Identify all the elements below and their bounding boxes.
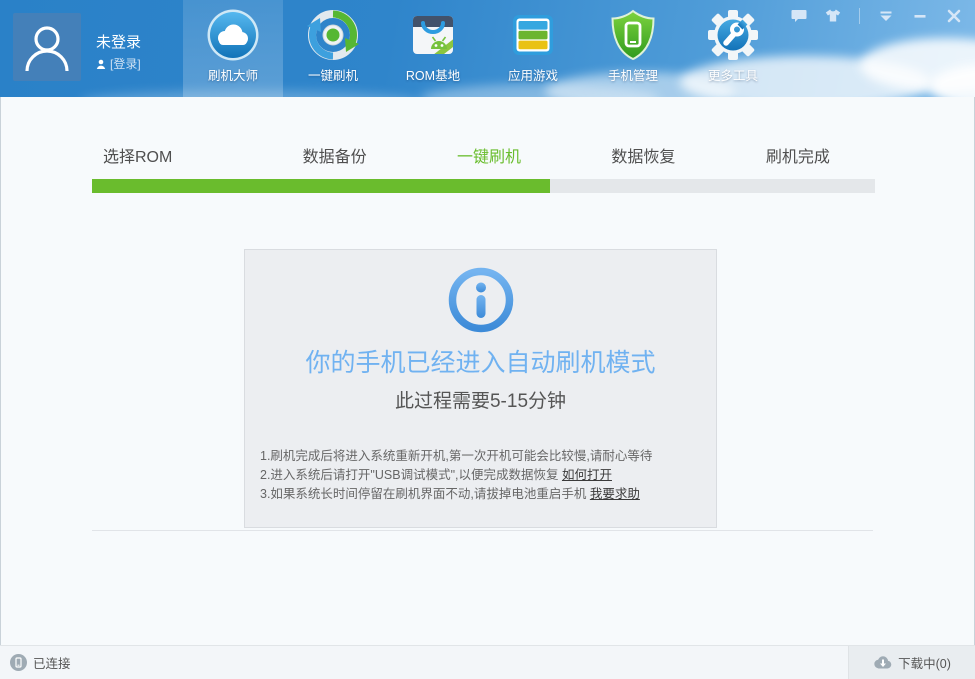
nav-item-more-tools[interactable]: 更多工具: [683, 0, 783, 97]
menu-arrow-icon[interactable]: [878, 8, 894, 24]
feedback-bubble-icon[interactable]: [791, 8, 807, 24]
section-divider: [92, 530, 873, 531]
cloud-icon: [206, 8, 260, 62]
flash-status-panel: 你的手机已经进入自动刷机模式 此过程需要5-15分钟 1.刷机完成后将进入系统重…: [244, 249, 717, 528]
note-line: 2.进入系统后请打开"USB调试模式",以便完成数据恢复 如何打开: [260, 466, 652, 485]
main-nav: 刷机大师 一键刷机: [183, 0, 783, 97]
nav-label: 应用游戏: [483, 65, 583, 84]
note-line: 3.如果系统长时间停留在刷机界面不动,请拔掉电池重启手机 我要求助: [260, 485, 652, 504]
nav-label: 更多工具: [683, 65, 783, 84]
statusbar: 已连接 下载中(0): [0, 645, 975, 679]
step-data-backup: 数据备份: [257, 143, 411, 167]
how-to-open-link[interactable]: 如何打开: [562, 468, 612, 482]
avatar[interactable]: [13, 13, 81, 81]
info-icon: [448, 267, 514, 333]
connection-label: 已连接: [33, 653, 71, 672]
nav-label: 刷机大师: [183, 65, 283, 84]
nav-item-phone-manage[interactable]: 手机管理: [583, 0, 683, 97]
download-manager-button[interactable]: 下载中(0): [848, 646, 975, 679]
apps-games-icon: [506, 8, 560, 62]
refresh-arrows-icon: [306, 8, 360, 62]
gear-wrench-icon: [706, 8, 760, 62]
flash-steps: 选择ROM 数据备份 一键刷机 数据恢复 刷机完成: [92, 143, 875, 167]
nav-item-one-key-flash[interactable]: 一键刷机: [283, 0, 383, 97]
download-label: 下载中(0): [898, 653, 951, 672]
notes-list: 1.刷机完成后将进入系统重新开机,第一次开机可能会比较慢,请耐心等待 2.进入系…: [260, 447, 652, 504]
note-text: 3.如果系统长时间停留在刷机界面不动,请拔掉电池重启手机: [260, 487, 590, 501]
cloud-download-icon: [873, 655, 892, 670]
minimize-icon[interactable]: [912, 8, 928, 24]
connection-status: 已连接: [10, 646, 71, 679]
nav-item-rom-base[interactable]: ROM基地: [383, 0, 483, 97]
phone-connected-icon: [10, 654, 27, 671]
titlebar-separator: [859, 8, 860, 24]
login-label: [登录]: [110, 55, 141, 72]
note-text: 1.刷机完成后将进入系统重新开机,第一次开机可能会比较慢,请耐心等待: [260, 449, 652, 463]
panel-subtitle: 此过程需要5-15分钟: [245, 386, 716, 413]
login-link[interactable]: [登录]: [96, 55, 141, 72]
panel-title: 你的手机已经进入自动刷机模式: [245, 343, 716, 379]
nav-item-flash-master[interactable]: 刷机大师: [183, 0, 283, 97]
progress-bar: [92, 179, 875, 193]
nav-label: 手机管理: [583, 65, 683, 84]
nav-label: ROM基地: [383, 65, 483, 84]
rom-store-bag-icon: [406, 8, 460, 62]
note-line: 1.刷机完成后将进入系统重新开机,第一次开机可能会比较慢,请耐心等待: [260, 447, 652, 466]
shield-phone-icon: [606, 8, 660, 62]
close-icon[interactable]: [946, 8, 962, 24]
step-flash-complete: 刷机完成: [721, 143, 875, 167]
step-one-key-flash: 一键刷机: [412, 143, 566, 167]
ask-for-help-link[interactable]: 我要求助: [590, 487, 640, 501]
progress-fill: [92, 179, 550, 193]
step-select-rom: 选择ROM: [92, 143, 257, 167]
user-name: 未登录: [96, 31, 141, 52]
step-data-restore: 数据恢复: [566, 143, 720, 167]
user-silhouette-icon: [19, 19, 75, 75]
nav-item-apps-games[interactable]: 应用游戏: [483, 0, 583, 97]
app-window: 未登录 [登录] 刷机大师: [0, 0, 975, 679]
titlebar-controls: [791, 8, 962, 24]
mini-person-icon: [96, 59, 106, 69]
nav-label: 一键刷机: [283, 65, 383, 84]
note-text: 2.进入系统后请打开"USB调试模式",以便完成数据恢复: [260, 468, 562, 482]
skin-tshirt-icon[interactable]: [825, 8, 841, 24]
header: 未登录 [登录] 刷机大师: [0, 0, 975, 97]
